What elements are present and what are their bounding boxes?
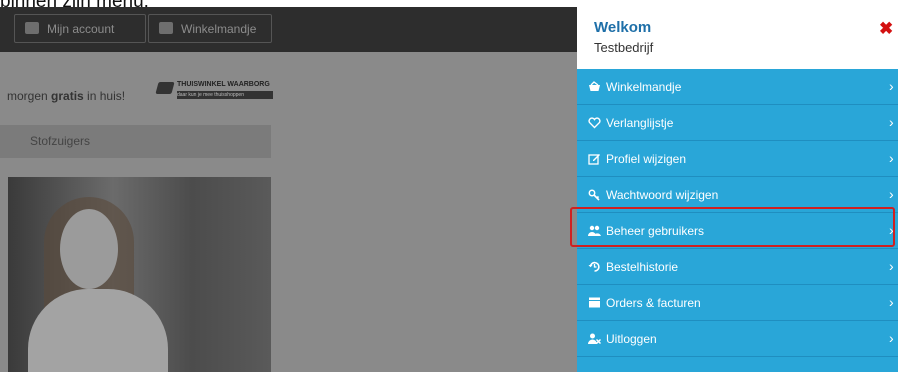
my-account-label: Mijn account [47,22,115,36]
thuiswinkel-badge[interactable]: THUISWINKEL WAARBORG daar kun je mee thu… [155,80,275,102]
menu-item-uitloggen[interactable]: Uitloggen › [577,321,898,357]
chevron-right-icon: › [889,186,894,202]
logout-icon [588,332,602,345]
my-account-button[interactable]: Mijn account [14,14,146,43]
chevron-right-icon: › [889,258,894,274]
menu-item-label: Winkelmandje [606,80,682,94]
chevron-right-icon: › [889,294,894,310]
highlight-box [570,207,895,247]
badge-subtitle: daar kun je mee thuisshoppen [177,91,273,99]
user-icon [25,22,39,34]
account-menu-panel: Welkom Testbedrijf ✖ Winkelmandje › Verlan… [577,7,898,372]
invoice-icon [588,296,601,309]
chevron-right-icon: › [889,78,894,94]
menu-item-label: Orders & facturen [606,296,701,310]
top-bar: Mijn account Winkelmandje [0,7,577,52]
chevron-right-icon: › [889,114,894,130]
heart-icon [588,116,601,129]
chevron-right-icon: › [889,150,894,166]
menu-item-label: Verlanglijstje [606,116,674,130]
company-name: Testbedrijf [594,40,654,55]
dimmed-website: Mijn account Winkelmandje morgen gratis … [0,7,577,372]
menu-item-label: Uitloggen [606,332,657,346]
menu-item-winkelmandje[interactable]: Winkelmandje › [577,69,898,105]
menu-item-orders-facturen[interactable]: Orders & facturen › [577,285,898,321]
breadcrumb-label: Stofzuigers [30,134,91,148]
delivery-promo: morgen gratis in huis! [7,89,126,103]
thuiswinkel-logo-icon [155,82,175,94]
menu-item-label: Bestelhistorie [606,260,679,274]
panel-header: Welkom Testbedrijf ✖ [577,7,898,69]
close-icon[interactable]: ✖ [879,20,893,37]
category-breadcrumb[interactable]: Stofzuigers [0,125,271,158]
menu-item-verlanglijstje[interactable]: Verlanglijstje › [577,105,898,141]
cart-label: Winkelmandje [181,22,257,36]
basket-icon [159,22,173,34]
chevron-right-icon: › [889,330,894,346]
edit-icon [588,152,601,165]
history-icon [588,260,601,273]
menu-item-profiel-wijzigen[interactable]: Profiel wijzigen › [577,141,898,177]
badge-title: THUISWINKEL WAARBORG [177,81,270,88]
key-icon [588,188,601,201]
menu-item-label: Profiel wijzigen [606,152,687,166]
welcome-title: Welkom [594,19,652,36]
product-photo [8,177,271,372]
menu-item-label: Wachtwoord wijzigen [606,188,719,202]
cart-button[interactable]: Winkelmandje [148,14,272,43]
menu-item-bestelhistorie[interactable]: Bestelhistorie › [577,249,898,285]
basket-icon [588,80,601,93]
